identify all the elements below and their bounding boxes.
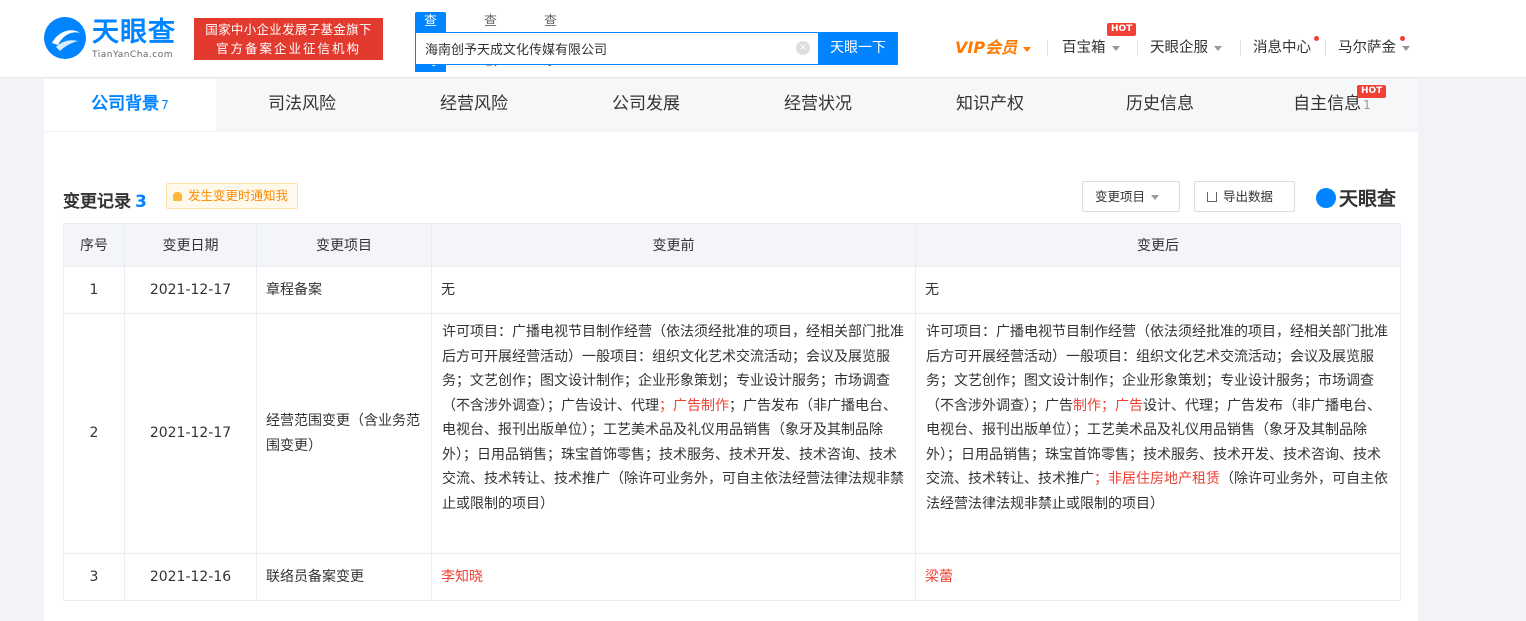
table-header-row: 序号 变更日期 变更项目 变更前 变更后 (63, 223, 1401, 267)
record-count: 3 (135, 192, 147, 212)
cell-item: 经营范围变更（含业务范围变更） (256, 313, 432, 554)
user-name: 马尔萨金 (1338, 40, 1396, 56)
chevron-down-icon (1402, 45, 1410, 51)
tab-count: 1 (1363, 98, 1371, 112)
badge-line-1: 国家中小企业发展子基金旗下 (205, 22, 372, 37)
tianyancha-logo[interactable]: 天眼查 TianYanCha.com (44, 17, 184, 61)
vip-label: VIP会员 (955, 38, 1018, 57)
search-button[interactable]: 天眼一下 (818, 32, 898, 65)
tab-history-info[interactable]: 历史信息 (1074, 79, 1246, 131)
col-header-after: 变更后 (915, 223, 1401, 267)
tab-judicial-risk[interactable]: 司法风险 (216, 79, 388, 131)
message-center-link[interactable]: 消息中心 (1253, 38, 1311, 58)
nav-divider (1240, 40, 1241, 56)
cell-no: 1 (63, 266, 125, 314)
cell-no: 2 (63, 313, 125, 554)
col-header-date: 变更日期 (124, 223, 257, 267)
cell-before: 许可项目：广播电视节目制作经营（依法须经批准的项目，经相关部门批准后方可开展经营… (431, 313, 916, 554)
change-record-panel: 变更记录 3 发生变更时通知我 变更项目 导出数据 天眼查 序号 变更日期 变更项… (44, 132, 1418, 621)
cell-date: 2021-12-17 (124, 313, 257, 554)
hot-badge: HOT (1357, 85, 1387, 98)
logo-subtitle: TianYanCha.com (92, 50, 174, 60)
unread-dot (1314, 36, 1319, 41)
top-header: 天眼查 TianYanCha.com 国家中小企业发展子基金旗下 官方备案企业征… (0, 0, 1526, 78)
search-input[interactable] (416, 33, 796, 64)
export-data-button[interactable]: 导出数据 (1194, 181, 1295, 212)
col-header-item: 变更项目 (256, 223, 432, 267)
treasure-box-label: 百宝箱 (1062, 40, 1106, 56)
tab-operating-status[interactable]: 经营状况 (732, 79, 904, 131)
cell-after: 梁蕾 (915, 553, 1401, 601)
nav-divider (1137, 40, 1138, 56)
cell-item: 章程备案 (256, 266, 432, 314)
highlight-removed: ；广告制作 (659, 397, 729, 414)
chevron-down-icon (1214, 45, 1222, 51)
logo-name: 天眼查 (92, 17, 176, 48)
col-header-no: 序号 (63, 223, 125, 267)
cell-no: 3 (63, 553, 125, 601)
cell-date: 2021-12-16 (124, 553, 257, 601)
cell-after: 无 (915, 266, 1401, 314)
col-header-before: 变更前 (431, 223, 916, 267)
tianyancha-watermark: 天眼查 (1316, 184, 1396, 211)
section-title: 变更记录 3 (63, 192, 147, 212)
chevron-down-icon (1151, 195, 1160, 200)
cell-before: 李知晓 (431, 553, 916, 601)
nav-divider (1325, 40, 1326, 56)
tab-count: 7 (161, 98, 169, 112)
tab-company-development[interactable]: 公司发展 (560, 79, 732, 131)
change-item-filter[interactable]: 变更项目 (1082, 181, 1180, 212)
tab-self-info[interactable]: 自主信息 1 (1246, 79, 1418, 131)
tab-intellectual-property[interactable]: 知识产权 (904, 79, 1076, 131)
highlight-changed: 制作；广告 (1073, 397, 1143, 414)
logo-eye-icon (1316, 188, 1336, 208)
chevron-down-icon (1111, 45, 1120, 51)
cell-date: 2021-12-17 (124, 266, 257, 314)
nav-divider (1047, 40, 1048, 56)
chevron-down-icon (1023, 46, 1032, 52)
clear-icon[interactable]: × (796, 41, 810, 55)
badge-line-2: 官方备案企业征信机构 (215, 41, 361, 56)
cell-item: 联络员备案变更 (256, 553, 432, 601)
official-badge: 国家中小企业发展子基金旗下 官方备案企业征信机构 (194, 18, 383, 60)
logo-eye-icon (44, 17, 86, 59)
table-row: 3 2021-12-16 联络员备案变更 李知晓 梁蕾 (63, 553, 1401, 601)
bell-icon (173, 192, 182, 201)
vip-member-menu[interactable]: VIP会员 (955, 38, 1032, 59)
tab-company-background[interactable]: 公司背景 7 (44, 79, 216, 131)
change-record-table: 序号 变更日期 变更项目 变更前 变更后 1 2021-12-17 章程备案 无… (63, 223, 1401, 601)
treasure-box-menu[interactable]: 百宝箱 (1062, 38, 1120, 58)
table-row: 2 2021-12-17 经营范围变更（含业务范围变更） 许可项目：广播电视节目… (63, 313, 1401, 554)
download-icon (1207, 192, 1217, 202)
enterprise-service-menu[interactable]: 天眼企服 (1150, 38, 1222, 58)
tab-operating-risk[interactable]: 经营风险 (388, 79, 560, 131)
notification-dot (1400, 36, 1405, 41)
notify-on-change-button[interactable]: 发生变更时通知我 (166, 183, 299, 209)
company-tabs: 公司背景 7 司法风险 经营风险 公司发展 经营状况 知识产权 历史信息 自主信息… (44, 79, 1418, 131)
search-box: × 天眼一下 (415, 32, 898, 65)
user-menu[interactable]: 马尔萨金 (1338, 38, 1410, 58)
table-row: 1 2021-12-17 章程备案 无 无 (63, 266, 1401, 314)
hot-badge: HOT (1107, 23, 1137, 36)
highlight-added: ；非居住房地产租赁 (1094, 471, 1220, 487)
enterprise-service-label: 天眼企服 (1150, 40, 1208, 56)
message-center-label: 消息中心 (1253, 40, 1311, 56)
cell-before: 无 (431, 266, 916, 314)
cell-after: 许可项目：广播电视节目制作经营（依法须经批准的项目，经相关部门批准后方可开展经营… (915, 313, 1401, 554)
